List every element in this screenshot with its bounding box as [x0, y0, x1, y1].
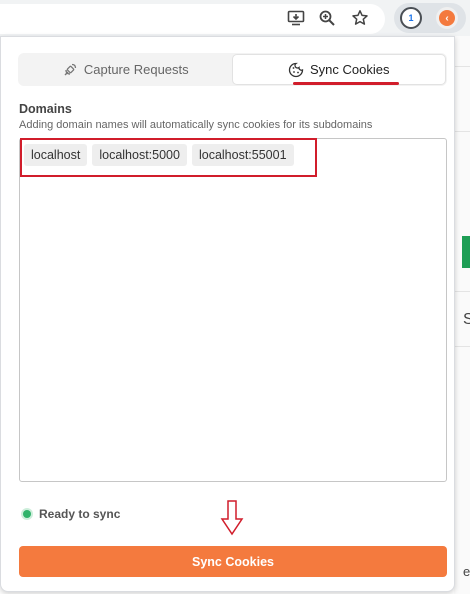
bg-divider [454, 131, 470, 132]
bg-divider [454, 346, 470, 347]
background-page: S e [454, 36, 470, 594]
bg-text-s: S [463, 311, 470, 328]
sync-status: Ready to sync [23, 507, 120, 521]
domains-heading: Domains [19, 102, 72, 116]
bg-divider [454, 291, 470, 292]
bg-divider [454, 66, 470, 67]
satellite-icon [64, 63, 77, 75]
bg-green-block [462, 236, 470, 268]
domains-input-area[interactable]: localhost localhost:5000 localhost:55001 [19, 138, 447, 482]
status-text: Ready to sync [39, 507, 121, 521]
tab-sync-cookies[interactable]: Sync Cookies [231, 54, 446, 85]
status-indicator-dot [23, 510, 31, 518]
sync-cookies-button[interactable]: Sync Cookies [19, 546, 447, 577]
extension-a-icon[interactable]: 1 [400, 7, 422, 29]
annotation-underline [293, 82, 399, 85]
install-app-icon[interactable] [286, 8, 306, 28]
extension-b-badge: ‹ [439, 10, 455, 26]
extension-b-icon[interactable]: ‹ [436, 7, 458, 29]
bookmark-star-icon[interactable] [350, 8, 370, 28]
screen: 1 ‹ S e Capture Requests Sync Cookies Do… [0, 0, 470, 594]
extension-popup: Capture Requests Sync Cookies Domains Ad… [0, 36, 455, 592]
browser-toolbar: 1 ‹ [0, 0, 470, 36]
annotation-highlight-box [20, 138, 317, 177]
down-arrow-annotation-icon [220, 500, 244, 536]
tab-sync-label: Sync Cookies [310, 62, 390, 77]
cookie-icon [288, 62, 304, 77]
tab-capture-requests[interactable]: Capture Requests [19, 54, 232, 85]
zoom-icon[interactable] [317, 8, 337, 28]
domains-description: Adding domain names will automatically s… [19, 119, 373, 131]
tab-capture-label: Capture Requests [83, 62, 189, 77]
bg-text-e: e [463, 564, 470, 579]
